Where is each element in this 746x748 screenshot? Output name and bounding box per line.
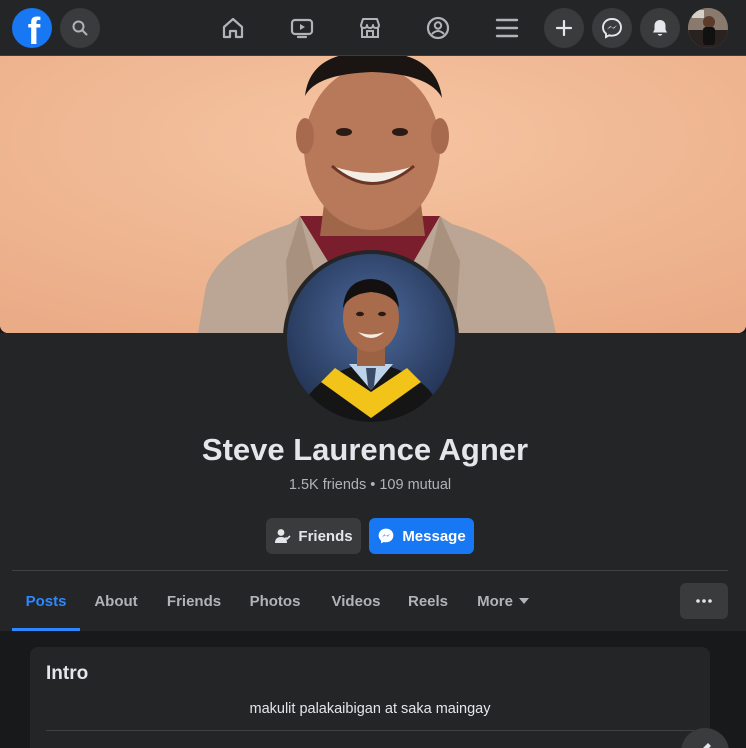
friends-icon (275, 528, 291, 543)
message-button-label: Message (402, 527, 466, 545)
intro-card: Intro makulit palakaibigan at saka maing… (30, 647, 710, 748)
create-icon (556, 20, 572, 36)
profile-picture-image (287, 254, 455, 422)
create-button[interactable] (544, 8, 584, 48)
home-icon (222, 17, 244, 39)
compose-icon (703, 743, 711, 748)
tab-more[interactable]: More (470, 571, 536, 631)
tab-posts[interactable]: Posts (12, 571, 80, 631)
watch-tab[interactable] (282, 8, 322, 48)
ellipsis-icon (696, 599, 712, 603)
friends-button-label: Friends (298, 527, 353, 545)
menu-icon (495, 18, 519, 38)
notifications-icon (653, 20, 667, 36)
active-tab-indicator (12, 628, 80, 631)
notifications-button[interactable] (640, 8, 680, 48)
avatar-image (688, 8, 728, 48)
home-tab[interactable] (213, 8, 253, 48)
marketplace-icon (360, 18, 380, 38)
watch-icon (290, 18, 314, 39)
groups-icon (426, 16, 450, 40)
marketplace-tab[interactable] (350, 8, 390, 48)
top-navigation-bar: f (0, 0, 746, 56)
tab-videos[interactable]: Videos (322, 571, 390, 631)
friends-button[interactable]: Friends (266, 518, 361, 554)
tab-reels[interactable]: Reels (402, 571, 454, 631)
profile-page: f Steve Laurence Agner 1.5K friends • 10… (0, 0, 746, 748)
messenger-icon (602, 18, 622, 39)
intro-title: Intro (46, 663, 89, 684)
messenger-button[interactable] (592, 8, 632, 48)
tab-friends[interactable]: Friends (160, 571, 228, 631)
message-button[interactable]: Message (369, 518, 474, 554)
facebook-logo[interactable]: f (12, 8, 52, 48)
menu-tab[interactable] (487, 8, 527, 48)
account-avatar[interactable] (688, 8, 728, 48)
intro-bio: makulit palakaibigan at saka maingay (249, 701, 491, 717)
intro-divider (46, 730, 694, 731)
messenger-icon (378, 528, 394, 544)
tab-about[interactable]: About (84, 571, 148, 631)
profile-tabs: Posts About Friends Photos Videos Reels … (12, 571, 728, 631)
profile-picture[interactable] (283, 250, 459, 426)
search-icon (72, 20, 88, 36)
search-button[interactable] (60, 8, 100, 48)
more-options-button[interactable] (680, 583, 728, 619)
friends-count[interactable]: 1.5K friends • 109 mutual (0, 477, 740, 493)
caret-down-icon (518, 597, 529, 604)
tab-photos[interactable]: Photos (242, 571, 308, 631)
groups-tab[interactable] (418, 8, 458, 48)
profile-name: Steve Laurence Agner (201, 432, 529, 467)
